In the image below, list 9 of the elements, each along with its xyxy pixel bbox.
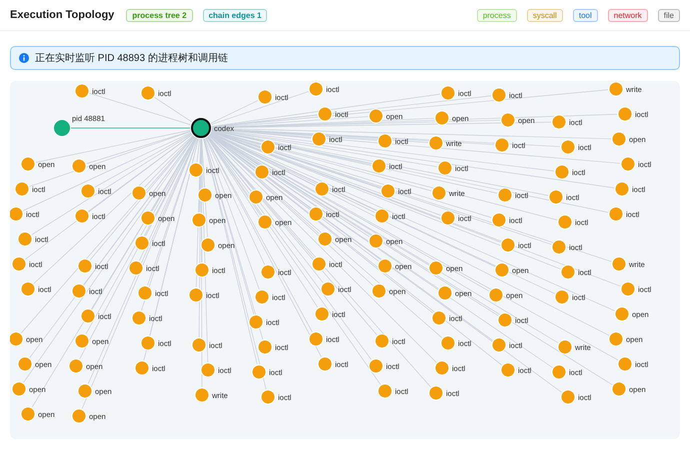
banner-text: 正在实时监听 PID 48893 的进程树和调用链 <box>35 52 228 65</box>
legend-tag: syscall <box>526 8 563 22</box>
count-badge: chain edges 1 <box>202 8 268 22</box>
page-title: Execution Topology <box>10 9 114 21</box>
legend-tag: process <box>476 8 517 22</box>
legend-tag: tool <box>572 8 598 22</box>
count-badge: process tree 2 <box>126 8 193 22</box>
legend-tag: file <box>658 8 680 22</box>
legend-tag: network <box>608 8 648 22</box>
